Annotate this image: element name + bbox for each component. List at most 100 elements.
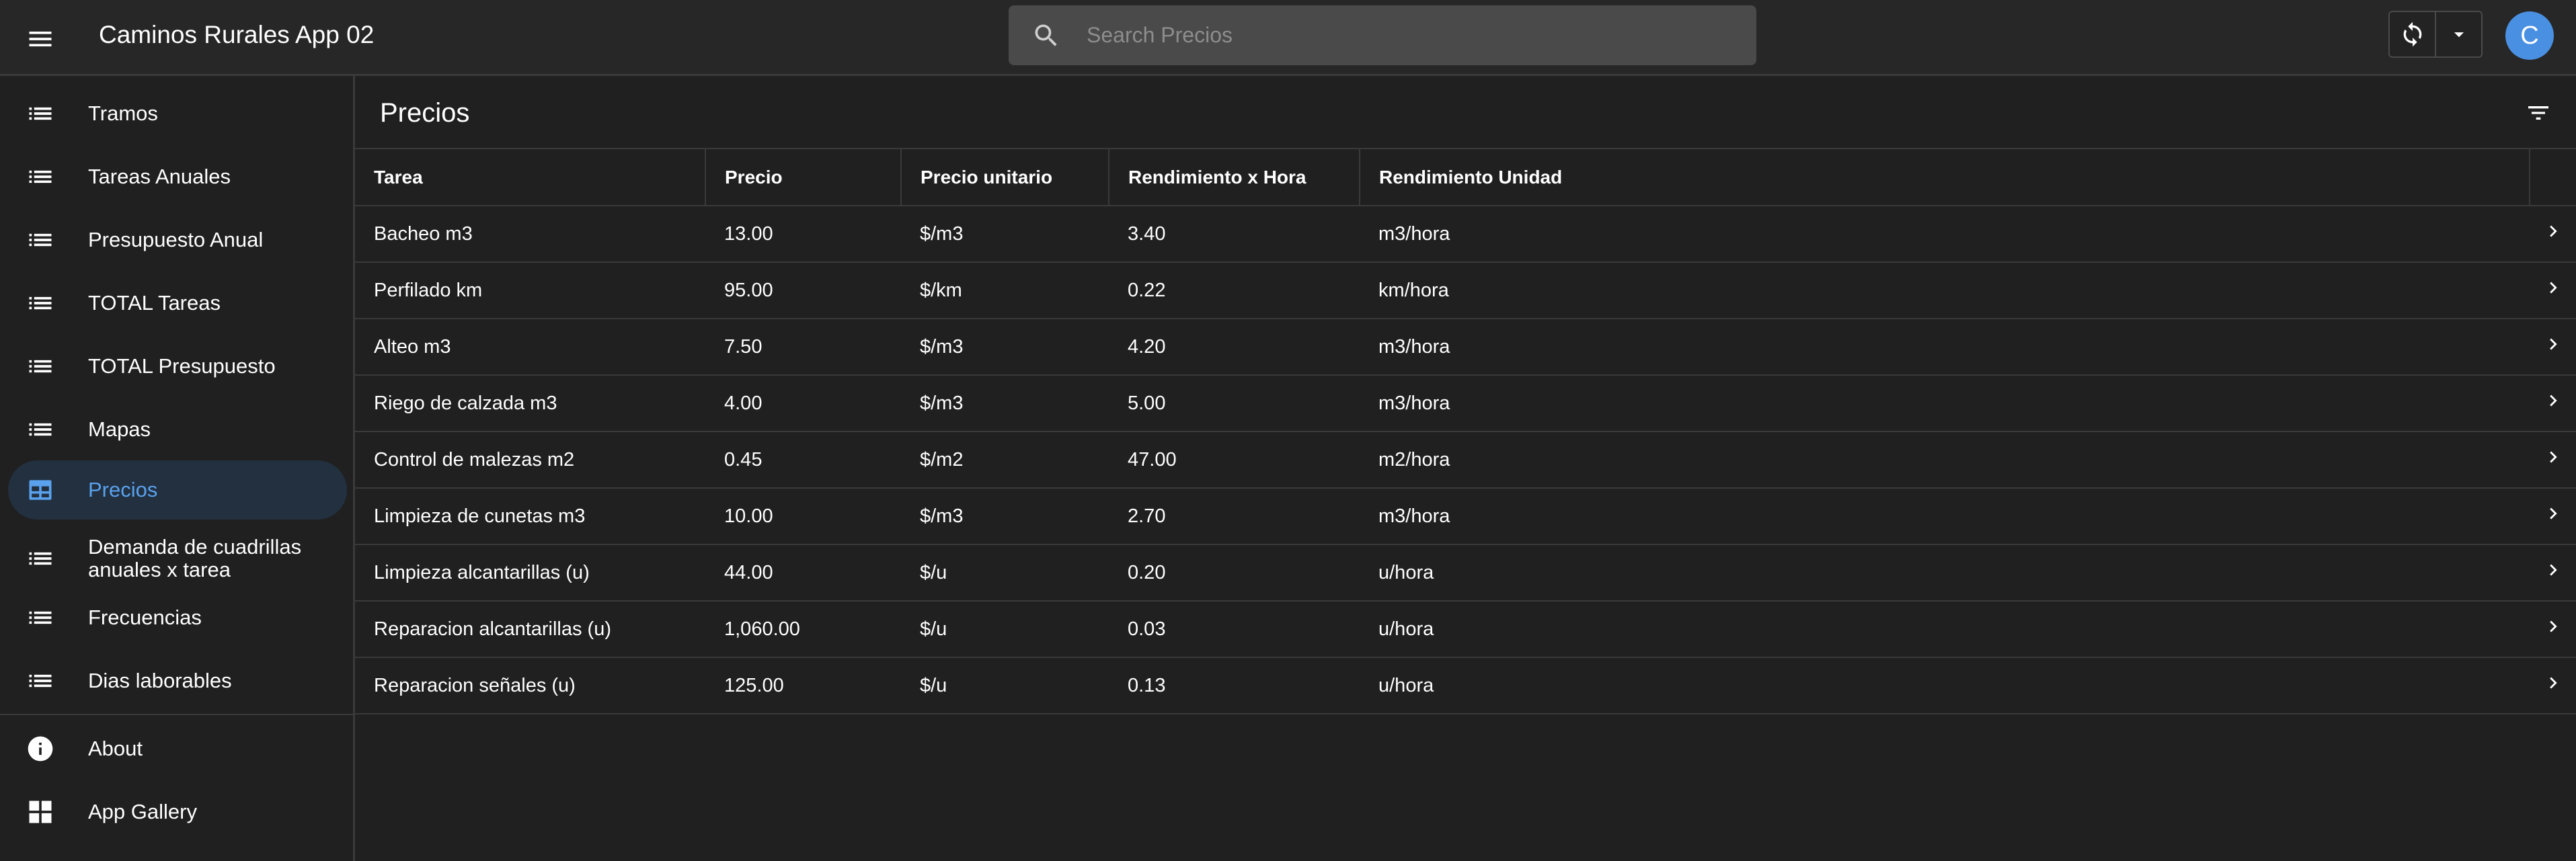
sync-button-group: [2388, 11, 2483, 58]
table-row[interactable]: Alteo m3 7.50 $/m3 4.20 m3/hora: [355, 319, 2576, 376]
row-open-button[interactable]: [2530, 601, 2576, 658]
sidebar: Tramos Tareas Anuales Presupuesto Anual …: [0, 76, 355, 861]
chevron-right-icon: [2549, 507, 2557, 520]
row-open-button[interactable]: [2530, 544, 2576, 602]
table-row[interactable]: Reparacion alcantarillas (u) 1,060.00 $/…: [355, 601, 2576, 658]
cell-rendimiento-hora: 47.00: [1109, 432, 1360, 489]
chevron-right-icon: [2549, 451, 2557, 463]
sidebar-item-frecuencias[interactable]: Frecuencias: [8, 593, 347, 642]
cell-precio-unitario: $/m3: [901, 488, 1109, 545]
cell-precio-unitario: $/m2: [901, 432, 1109, 489]
table-row[interactable]: Limpieza de cunetas m3 10.00 $/m3 2.70 m…: [355, 488, 2576, 545]
cell-precio-unitario: $/u: [901, 657, 1109, 714]
sidebar-item-presupuesto-anual[interactable]: Presupuesto Anual: [8, 216, 347, 264]
table-row[interactable]: Limpieza alcantarillas (u) 44.00 $/u 0.2…: [355, 544, 2576, 602]
cell-precio: 95.00: [705, 262, 901, 319]
row-open-button[interactable]: [2530, 488, 2576, 545]
user-avatar[interactable]: C: [2505, 11, 2554, 60]
cell-rendimiento-unidad: m3/hora: [1360, 488, 2530, 545]
sidebar-item-label: Frecuencias: [88, 606, 202, 629]
chevron-right-icon: [2549, 395, 2557, 407]
row-open-button[interactable]: [2530, 657, 2576, 714]
cell-tarea: Bacheo m3: [355, 206, 705, 263]
cell-rendimiento-unidad: km/hora: [1360, 262, 2530, 319]
sidebar-item-about[interactable]: About: [8, 725, 347, 773]
chevron-right-icon: [2549, 225, 2557, 237]
row-open-button[interactable]: [2530, 375, 2576, 432]
sidebar-item-label: TOTAL Tareas: [88, 291, 221, 315]
sidebar-item-precios[interactable]: Precios: [8, 460, 347, 520]
cell-rendimiento-hora: 0.03: [1109, 601, 1360, 658]
table-row[interactable]: Reparacion señales (u) 125.00 $/u 0.13 u…: [355, 657, 2576, 714]
sidebar-item-app-gallery[interactable]: App Gallery: [8, 788, 347, 836]
table-row[interactable]: Control de malezas m2 0.45 $/m2 47.00 m2…: [355, 432, 2576, 489]
list-icon: [24, 161, 56, 193]
table-row[interactable]: Perfilado km 95.00 $/km 0.22 km/hora: [355, 262, 2576, 319]
list-icon: [24, 602, 56, 634]
cell-tarea: Reparacion alcantarillas (u): [355, 601, 705, 658]
table-row[interactable]: Riego de calzada m3 4.00 $/m3 5.00 m3/ho…: [355, 375, 2576, 432]
cell-precio: 1,060.00: [705, 601, 901, 658]
search-box[interactable]: [1009, 5, 1756, 65]
cell-tarea: Limpieza de cunetas m3: [355, 488, 705, 545]
cell-tarea: Perfilado km: [355, 262, 705, 319]
sidebar-divider: [0, 714, 353, 715]
cell-precio: 10.00: [705, 488, 901, 545]
column-header-rendimiento-unidad[interactable]: Rendimiento Unidad: [1360, 149, 2530, 206]
column-header-rendimiento-hora[interactable]: Rendimiento x Hora: [1109, 149, 1360, 206]
info-icon: [24, 733, 56, 765]
row-open-button[interactable]: [2530, 319, 2576, 376]
sidebar-item-label: TOTAL Presupuesto: [88, 354, 276, 378]
sidebar-item-tramos[interactable]: Tramos: [8, 89, 347, 138]
sidebar-item-tareas-anuales[interactable]: Tareas Anuales: [8, 153, 347, 201]
search-input[interactable]: [1085, 22, 1756, 48]
app-gallery-icon: [24, 796, 56, 828]
list-icon: [24, 665, 56, 697]
sync-button[interactable]: [2390, 12, 2436, 56]
cell-precio: 13.00: [705, 206, 901, 263]
row-open-button[interactable]: [2530, 262, 2576, 319]
chevron-right-icon: [2549, 677, 2557, 689]
cell-rendimiento-hora: 0.22: [1109, 262, 1360, 319]
table-icon: [24, 474, 56, 506]
cell-precio: 7.50: [705, 319, 901, 376]
sidebar-item-total-tareas[interactable]: TOTAL Tareas: [8, 279, 347, 327]
cell-rendimiento-unidad: m3/hora: [1360, 319, 2530, 376]
row-open-button[interactable]: [2530, 206, 2576, 263]
table-header-row: Tarea Precio Precio unitario Rendimiento…: [355, 149, 2576, 206]
sync-dropdown-button[interactable]: [2436, 12, 2481, 56]
cell-precio-unitario: $/m3: [901, 206, 1109, 263]
sidebar-item-label: Presupuesto Anual: [88, 228, 264, 251]
cell-tarea: Limpieza alcantarillas (u): [355, 544, 705, 602]
cell-rendimiento-unidad: u/hora: [1360, 544, 2530, 602]
column-header-precio-unitario[interactable]: Precio unitario: [901, 149, 1109, 206]
column-header-precio[interactable]: Precio: [705, 149, 902, 206]
column-header-tarea[interactable]: Tarea: [355, 149, 706, 206]
chevron-right-icon: [2549, 338, 2557, 350]
sidebar-item-mapas[interactable]: Mapas: [8, 405, 347, 454]
cell-rendimiento-unidad: u/hora: [1360, 601, 2530, 658]
sidebar-item-total-presupuesto[interactable]: TOTAL Presupuesto: [8, 342, 347, 391]
cell-rendimiento-unidad: u/hora: [1360, 657, 2530, 714]
menu-button[interactable]: [16, 15, 65, 63]
cell-rendimiento-hora: 0.20: [1109, 544, 1360, 602]
sidebar-item-label: App Gallery: [88, 800, 197, 823]
sidebar-item-dias-laborables[interactable]: Dias laborables: [8, 657, 347, 705]
list-icon: [24, 413, 56, 446]
cell-precio: 4.00: [705, 375, 901, 432]
cell-precio-unitario: $/m3: [901, 375, 1109, 432]
sidebar-item-demanda-cuadrillas[interactable]: Demanda de cuadrillas anuales x tarea: [8, 526, 347, 591]
sidebar-item-label: Precios: [88, 478, 158, 501]
sidebar-item-label: About: [88, 737, 143, 760]
cell-tarea: Riego de calzada m3: [355, 375, 705, 432]
precios-table: Tarea Precio Precio unitario Rendimiento…: [355, 149, 2576, 714]
filter-icon: [2528, 106, 2548, 120]
sidebar-item-label: Tramos: [88, 101, 158, 125]
table-row[interactable]: Bacheo m3 13.00 $/m3 3.40 m3/hora: [355, 206, 2576, 263]
filter-button[interactable]: [2522, 96, 2555, 130]
cell-precio: 44.00: [705, 544, 901, 602]
sidebar-item-label: Demanda de cuadrillas anuales x tarea: [88, 535, 302, 581]
sidebar-item-label: Dias laborables: [88, 669, 232, 692]
app-header: Caminos Rurales App 02 C: [0, 0, 2576, 76]
row-open-button[interactable]: [2530, 432, 2576, 489]
